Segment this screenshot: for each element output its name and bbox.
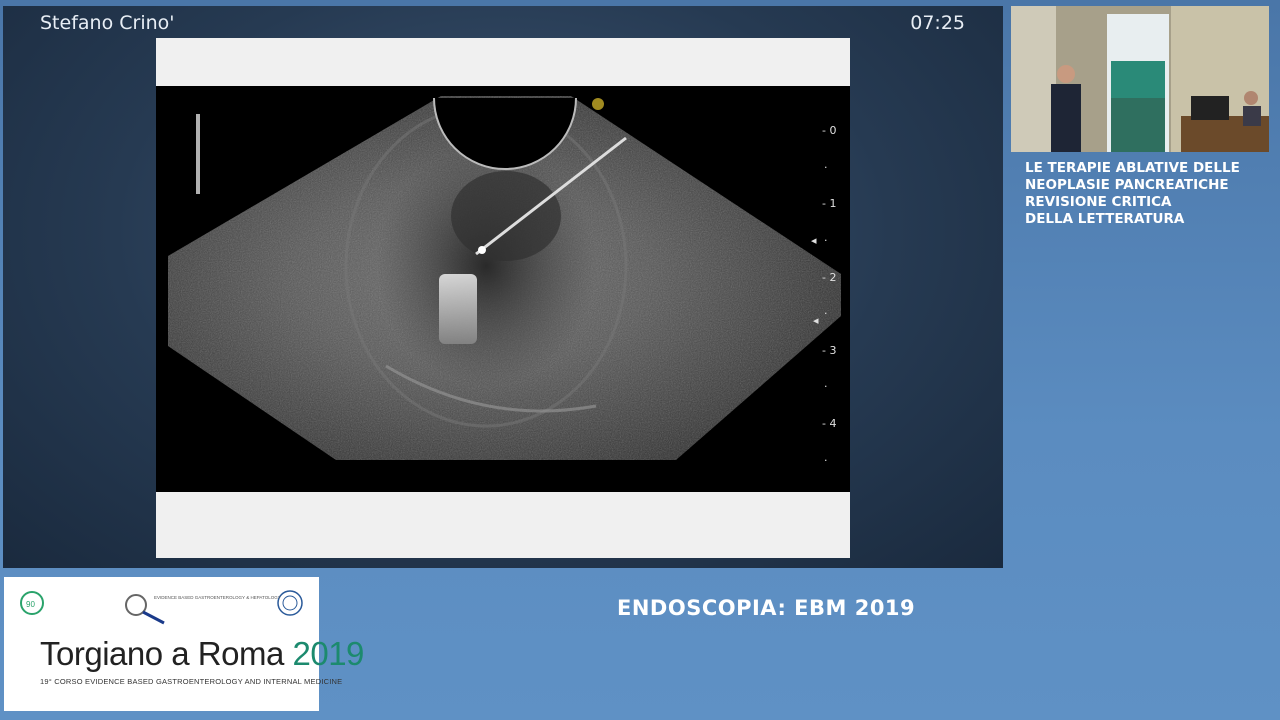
logo-subtitle: 19° CORSO EVIDENCE BASED GASTROENTEROLOG…: [40, 677, 343, 686]
tick-mark: ·: [824, 234, 828, 247]
talk-title: LE TERAPIE ABLATIVE DELLE NEOPLASIE PANC…: [1025, 160, 1275, 228]
talk-title-line: NEOPLASIE PANCREATICHE: [1025, 177, 1229, 193]
focus-marker-icon: ◂: [811, 234, 817, 247]
talk-title-line: REVISIONE CRITICA: [1025, 194, 1172, 210]
sponsor-logos: 90: [20, 590, 303, 625]
speaker-camera-feed: [1011, 6, 1269, 152]
speaker-name: Stefano Crino': [40, 12, 175, 34]
focus-marker-icon: ◂: [813, 314, 819, 327]
tick-mark: ·: [824, 454, 828, 467]
talk-title-line: LE TERAPIE ABLATIVE DELLE: [1025, 160, 1240, 176]
logo-small-text: EVIDENCE BASED GASTROENTEROLOGY & HEPATO…: [154, 595, 281, 600]
talk-title-line: DELLA LETTERATURA: [1025, 211, 1185, 227]
depth-mark: - 3: [822, 344, 837, 357]
svg-text:90: 90: [26, 600, 35, 609]
depth-mark: - 2: [822, 271, 837, 284]
depth-mark: - 0: [822, 124, 837, 137]
tick-mark: ·: [824, 161, 828, 174]
ultrasound-image: - 0 - 1 - 2 - 3 - 4 · · · · · ◂ ◂: [156, 86, 850, 492]
tick-mark: ·: [824, 307, 828, 320]
tick-mark: ·: [824, 380, 828, 393]
video-timestamp: 07:25: [910, 12, 965, 34]
event-name: ENDOSCOPIA: EBM 2019: [617, 596, 916, 620]
main-video-panel: Stefano Crino' 07:25 - 0 - 1 - 2 - 3 - 4…: [3, 6, 1003, 568]
event-logo: 90 EVIDENCE BASED GASTROENTEROLOGY & HEP…: [4, 577, 364, 711]
camera-scene: [1011, 6, 1269, 152]
depth-mark: - 1: [822, 197, 837, 210]
logo-title: Torgiano a Roma 2019: [40, 635, 364, 672]
presentation-slide: - 0 - 1 - 2 - 3 - 4 · · · · · ◂ ◂: [156, 38, 850, 558]
depth-scale: - 0 - 1 - 2 - 3 - 4 · · · · · ◂ ◂: [156, 86, 850, 492]
depth-mark: - 4: [822, 417, 837, 430]
